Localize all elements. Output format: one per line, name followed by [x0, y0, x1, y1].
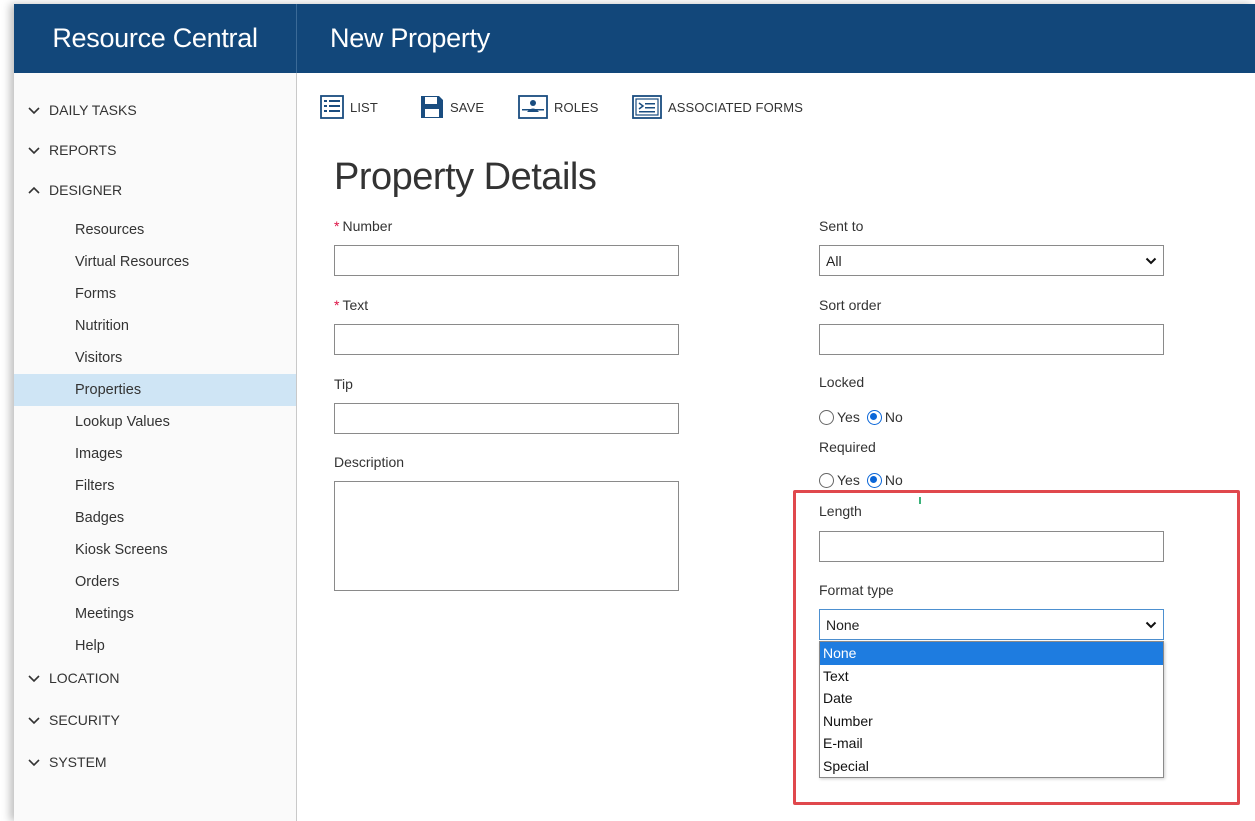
sidebar-item-nutrition[interactable]: Nutrition — [14, 310, 296, 342]
roles-button-label: ROLES — [554, 99, 599, 115]
text-input[interactable] — [334, 324, 679, 355]
number-input[interactable] — [334, 245, 679, 276]
required-marker: * — [334, 218, 340, 234]
sidebar-item-help[interactable]: Help — [14, 630, 296, 662]
sidebar-section-system[interactable]: SYSTEM — [27, 752, 107, 772]
format-type-dropdown: None Text Date Number E-mail Special — [819, 641, 1164, 778]
sidebar-item-properties[interactable]: Properties — [14, 374, 296, 406]
required-yes-radio[interactable] — [819, 472, 834, 488]
sidebar-item-filters[interactable]: Filters — [14, 470, 296, 502]
sent-to-select[interactable]: All — [819, 245, 1164, 276]
sort-order-label: Sort order — [819, 297, 882, 313]
sidebar-item-forms[interactable]: Forms — [14, 278, 296, 310]
sidebar-item-virtual-resources[interactable]: Virtual Resources — [14, 246, 296, 278]
length-label: Length — [819, 503, 862, 519]
app-title: Resource Central — [14, 4, 297, 73]
format-type-value: None — [826, 616, 860, 633]
sidebar-item-lookup-values[interactable]: Lookup Values — [14, 406, 296, 438]
text-label-text: Text — [342, 297, 369, 313]
sidebar-item-visitors[interactable]: Visitors — [14, 342, 296, 374]
page-title: New Property — [330, 23, 490, 53]
format-type-select[interactable]: None — [819, 609, 1164, 640]
sent-to-label: Sent to — [819, 218, 864, 234]
locked-no-radio[interactable] — [866, 409, 882, 425]
locked-label: Locked — [819, 374, 865, 390]
roles-icon — [518, 95, 548, 119]
sidebar-section-daily-tasks[interactable]: DAILY TASKS — [27, 100, 137, 120]
chevron-up-icon — [28, 186, 40, 194]
sidebar-item-images[interactable]: Images — [14, 438, 296, 470]
format-option-date[interactable]: Date — [820, 687, 1163, 710]
chevron-down-icon — [1145, 621, 1157, 629]
description-textarea[interactable] — [334, 481, 679, 591]
associated-forms-button[interactable]: ASSOCIATED FORMS — [632, 93, 803, 121]
sidebar-section-label: SYSTEM — [49, 754, 107, 770]
required-marker: * — [334, 297, 340, 313]
list-button[interactable]: LIST — [320, 93, 378, 121]
locked-no-label[interactable]: No — [885, 409, 903, 425]
text-label: * Text — [334, 297, 368, 313]
locked-yes-radio[interactable] — [819, 409, 834, 425]
chevron-down-icon — [1145, 257, 1157, 265]
sidebar-section-location[interactable]: LOCATION — [27, 668, 120, 688]
required-yes-label[interactable]: Yes — [837, 472, 860, 488]
format-option-none[interactable]: None — [820, 642, 1163, 665]
sidebar-section-label: LOCATION — [49, 670, 120, 686]
sidebar-section-security[interactable]: SECURITY — [27, 710, 120, 730]
text-cursor — [919, 497, 921, 504]
required-label: Required — [819, 439, 876, 455]
sidebar-item-resources[interactable]: Resources — [14, 214, 296, 246]
roles-button[interactable]: ROLES — [518, 93, 599, 121]
sidebar-section-label: DAILY TASKS — [49, 102, 137, 118]
sent-to-value: All — [826, 252, 842, 269]
chevron-down-icon — [28, 717, 40, 725]
format-option-number[interactable]: Number — [820, 710, 1163, 733]
description-label: Description — [334, 454, 405, 470]
required-radio-group: Yes No — [819, 472, 910, 488]
app-header: Resource Central New Property — [14, 4, 1255, 73]
save-icon — [421, 96, 443, 118]
sidebar-section-reports[interactable]: REPORTS — [27, 140, 116, 160]
chevron-down-icon — [28, 107, 40, 115]
format-option-email[interactable]: E-mail — [820, 732, 1163, 755]
sidebar-section-label: DESIGNER — [49, 182, 123, 198]
tip-input[interactable] — [334, 403, 679, 434]
sidebar: DAILY TASKS REPORTS DESIGNER Resources V… — [14, 73, 297, 821]
format-option-text[interactable]: Text — [820, 665, 1163, 688]
sort-order-input[interactable] — [819, 324, 1164, 355]
chevron-down-icon — [28, 147, 40, 155]
locked-yes-label[interactable]: Yes — [837, 409, 860, 425]
length-input[interactable] — [819, 531, 1164, 562]
app-window: Resource Central New Property DAILY TASK… — [14, 4, 1255, 821]
save-button-label: SAVE — [450, 99, 485, 115]
required-no-label[interactable]: No — [885, 472, 903, 488]
list-icon — [320, 95, 344, 119]
list-button-label: LIST — [350, 99, 378, 115]
chevron-down-icon — [28, 675, 40, 683]
sidebar-item-orders[interactable]: Orders — [14, 566, 296, 598]
number-label-text: Number — [342, 218, 393, 234]
sidebar-section-label: SECURITY — [49, 712, 120, 728]
format-option-special[interactable]: Special — [820, 755, 1163, 778]
required-no-radio[interactable] — [866, 472, 882, 488]
chevron-down-icon — [28, 759, 40, 767]
sidebar-section-designer[interactable]: DESIGNER — [27, 180, 122, 200]
sidebar-item-meetings[interactable]: Meetings — [14, 598, 296, 630]
sidebar-item-badges[interactable]: Badges — [14, 502, 296, 534]
associated-forms-icon — [632, 95, 662, 119]
number-label: * Number — [334, 218, 392, 234]
form-heading: Property Details — [334, 156, 597, 198]
save-button[interactable]: SAVE — [420, 93, 484, 121]
sidebar-item-kiosk-screens[interactable]: Kiosk Screens — [14, 534, 296, 566]
sidebar-section-label: REPORTS — [49, 142, 117, 158]
associated-forms-button-label: ASSOCIATED FORMS — [668, 99, 803, 115]
locked-radio-group: Yes No — [819, 409, 910, 425]
format-type-label: Format type — [819, 582, 894, 598]
tip-label: Tip — [334, 376, 353, 392]
